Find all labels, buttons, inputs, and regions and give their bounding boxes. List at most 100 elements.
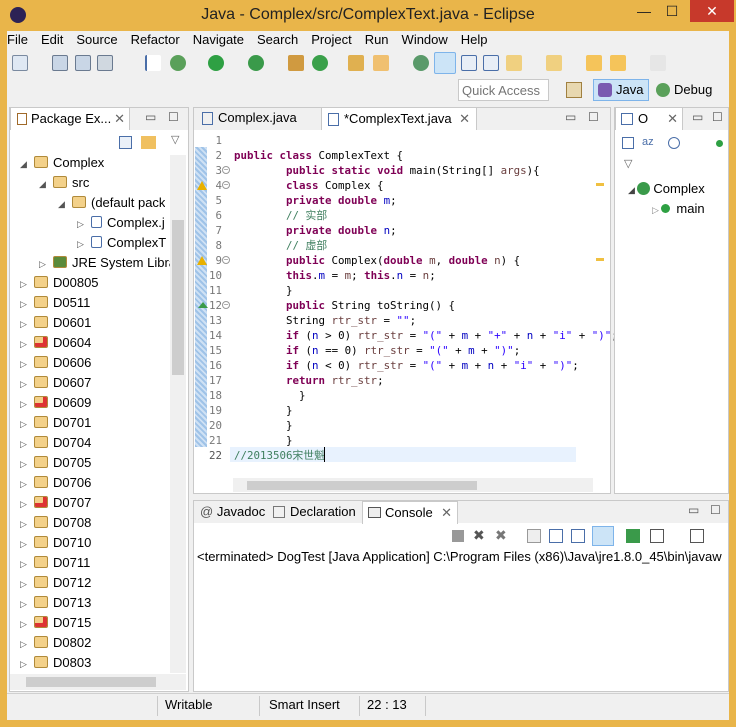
tab-package-explorer[interactable]: Package Ex... ✕ [10, 107, 130, 130]
outline-item-complex[interactable]: ◢ Complex [628, 179, 705, 199]
menu-run[interactable]: Run [365, 32, 389, 47]
expand-icon[interactable]: ▷ [20, 594, 34, 613]
tree-item[interactable]: ▷ D0601 [20, 313, 91, 333]
java-perspective-button[interactable]: Java [593, 79, 649, 101]
outline-item-main[interactable]: ▷ main [652, 199, 705, 219]
expand-icon[interactable]: ▷ [39, 254, 53, 273]
code-line[interactable]: } [234, 403, 293, 418]
expand-icon[interactable]: ▷ [20, 294, 34, 313]
open-type-icon[interactable] [348, 55, 364, 71]
hide-nonpublic-icon[interactable] [716, 140, 723, 147]
code-line[interactable]: private double n; [234, 223, 397, 238]
tree-item[interactable]: ▷ D0707 [20, 493, 91, 513]
expand-icon[interactable]: ▷ [20, 414, 34, 433]
close-tab-icon[interactable]: ✕ [459, 108, 470, 130]
tree-item[interactable]: ▷ D0713 [20, 593, 91, 613]
tree-item[interactable]: ▷ D0511 [20, 293, 90, 313]
tab-complextext-java[interactable]: *ComplexText.java ✕ [321, 107, 477, 130]
expand-icon[interactable]: ▷ [20, 434, 34, 453]
code-line[interactable]: if (n < 0) rtr_str = "(" + m + n + "i" +… [234, 358, 579, 373]
tree-item[interactable]: ▷ D0803 [20, 653, 91, 673]
view-menu-icon[interactable]: ▽ [171, 133, 179, 146]
minimize-view-icon[interactable]: ▭ [145, 110, 156, 124]
expand-icon[interactable]: ▷ [20, 394, 34, 413]
code-line[interactable]: class Complex { [234, 178, 384, 193]
expand-icon[interactable]: ▷ [20, 514, 34, 533]
tree-item[interactable]: ▷ ComplexT [77, 233, 166, 253]
tree-item[interactable]: ▷ D0705 [20, 453, 91, 473]
warning-icon[interactable] [197, 256, 207, 265]
tree-item[interactable]: ▷ D0609 [20, 393, 91, 413]
tree-item[interactable]: ▷ D0708 [20, 513, 91, 533]
new-icon[interactable] [12, 55, 28, 71]
open-task-icon[interactable] [413, 55, 429, 71]
coverage-icon[interactable] [248, 55, 264, 71]
tree-item[interactable]: ◢ (default pack [58, 193, 165, 213]
sort-icon[interactable]: az [642, 136, 654, 148]
forward-icon[interactable] [650, 55, 666, 71]
tab-complex-java[interactable]: Complex.java [196, 107, 318, 130]
clear-console-icon[interactable] [527, 529, 541, 543]
remove-all-terminated-icon[interactable]: ✖ [495, 527, 507, 544]
tree-item[interactable]: ▷ D0701 [20, 413, 91, 433]
tree-item[interactable]: ▷ D0706 [20, 473, 91, 493]
link-with-editor-icon[interactable] [141, 136, 156, 149]
tab-javadoc[interactable]: @ Javadoc [194, 501, 266, 524]
back-icon[interactable] [610, 55, 626, 71]
code-line[interactable]: public Complex(double m, double n) { [234, 253, 520, 268]
minimize-view-icon[interactable]: ▭ [692, 110, 703, 124]
tree-item[interactable]: ▷ D0712 [20, 573, 91, 593]
collapse-icon[interactable]: ◢ [20, 154, 34, 173]
menu-source[interactable]: Source [76, 32, 117, 47]
tree-horizontal-scrollbar[interactable] [10, 674, 186, 690]
fold-icon[interactable]: − [222, 166, 230, 174]
fold-icon[interactable]: − [222, 301, 230, 309]
expand-icon[interactable]: ▷ [20, 314, 34, 333]
tree-item[interactable]: ◢ Complex [20, 153, 104, 173]
new-class-icon[interactable] [312, 55, 328, 71]
mark-occurrences-button[interactable] [434, 52, 456, 74]
code-line[interactable]: String rtr_str = ""; [234, 313, 416, 328]
tree-item[interactable]: ▷ D0715 [20, 613, 91, 633]
code-line[interactable]: // 实部 [234, 208, 327, 223]
collapse-icon[interactable]: ◢ [58, 194, 72, 213]
previous-annotation-icon[interactable] [546, 55, 562, 71]
next-annotation-icon[interactable] [506, 55, 522, 71]
expand-icon[interactable]: ▷ [20, 554, 34, 573]
show-console-button[interactable] [592, 526, 614, 546]
expand-icon[interactable]: ▷ [20, 474, 34, 493]
remove-launch-icon[interactable]: ✖ [473, 527, 485, 544]
tree-item[interactable]: ▷ D0607 [20, 373, 91, 393]
word-wrap-icon[interactable] [571, 529, 585, 543]
open-console-icon[interactable] [690, 529, 704, 543]
save-all-icon[interactable] [75, 55, 91, 71]
last-edit-icon[interactable] [586, 55, 602, 71]
debug-perspective-button[interactable]: Debug [654, 79, 712, 101]
menu-search[interactable]: Search [257, 32, 298, 47]
code-line[interactable]: this.m = m; this.n = n; [234, 268, 436, 283]
expand-icon[interactable]: ▷ [20, 354, 34, 373]
expand-icon[interactable]: ▷ [20, 454, 34, 473]
tab-outline[interactable]: O ✕ [615, 107, 683, 130]
tree-item[interactable]: ▷ Complex.j [77, 213, 165, 233]
expand-icon[interactable]: ▷ [77, 234, 91, 253]
quick-access-input[interactable] [458, 79, 549, 101]
minimize-editor-icon[interactable]: ▭ [565, 110, 576, 124]
tree-item[interactable]: ▷ D0704 [20, 433, 91, 453]
maximize-view-icon[interactable]: ☐ [168, 110, 179, 124]
expand-icon[interactable]: ▷ [20, 374, 34, 393]
menu-refactor[interactable]: Refactor [131, 32, 180, 47]
maximize-editor-icon[interactable]: ☐ [588, 110, 599, 124]
tree-vertical-scrollbar[interactable] [170, 155, 186, 673]
tab-console[interactable]: Console ✕ [362, 501, 458, 524]
expand-icon[interactable]: ▷ [20, 274, 34, 293]
expand-icon[interactable]: ▷ [20, 534, 34, 553]
hide-fields-icon[interactable] [668, 137, 680, 149]
print-icon[interactable] [97, 55, 113, 71]
minimize-view-icon[interactable]: ▭ [688, 503, 699, 517]
save-icon[interactable] [52, 55, 68, 71]
tree-item[interactable]: ◢ src [39, 173, 89, 193]
tree-item[interactable]: ▷ D0710 [20, 533, 91, 553]
collapse-all-icon[interactable] [622, 137, 634, 149]
close-button[interactable]: ✕ [690, 0, 734, 22]
